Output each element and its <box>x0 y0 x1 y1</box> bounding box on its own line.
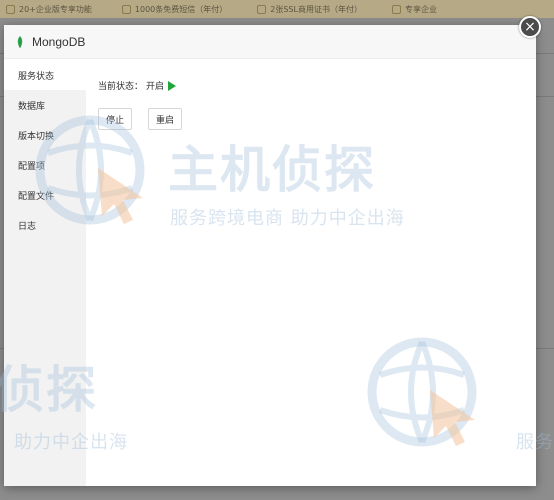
sidebar-item-label: 数据库 <box>18 101 46 112</box>
modal-header: MongoDB <box>4 25 536 59</box>
mongodb-modal: MongoDB 服务状态 数据库 版本切换 配置项 配置文件 日志 当前状态： … <box>4 25 536 486</box>
diamond-icon <box>391 4 401 14</box>
bg-feature-item: 1000条免费短信（年付） <box>121 4 228 15</box>
close-icon: × <box>524 19 536 35</box>
service-status-panel: 当前状态： 开启 停止 重启 <box>86 60 536 486</box>
sidebar-item-config-file[interactable]: 配置文件 <box>4 180 86 210</box>
modal-content: 服务状态 数据库 版本切换 配置项 配置文件 日志 当前状态： 开启 停止 重启 <box>4 60 536 486</box>
bg-feature-item: 2张SSL商用证书（年付） <box>257 4 362 15</box>
background-topbar: 20+企业版专享功能 1000条免费短信（年付） 2张SSL商用证书（年付） 专… <box>0 0 554 18</box>
close-button[interactable]: × <box>519 16 541 38</box>
sidebar-item-config-options[interactable]: 配置项 <box>4 150 86 180</box>
status-label: 当前状态： <box>98 82 144 92</box>
mongodb-leaf-icon <box>17 35 23 48</box>
sidebar-item-logs[interactable]: 日志 <box>4 210 86 240</box>
bg-feature-item: 20+企业版专享功能 <box>6 4 92 15</box>
bg-feature-item: 专享企业 <box>391 4 437 15</box>
sidebar-item-service-status[interactable]: 服务状态 <box>4 60 86 90</box>
modal-title: MongoDB <box>32 34 86 49</box>
bg-feature-label: 专享企业 <box>404 4 437 14</box>
stop-button[interactable]: 停止 <box>98 108 133 130</box>
sidebar: 服务状态 数据库 版本切换 配置项 配置文件 日志 <box>4 60 86 486</box>
sidebar-item-label: 服务状态 <box>18 71 55 82</box>
sidebar-item-label: 版本切换 <box>18 131 55 142</box>
bg-feature-label: 2张SSL商用证书（年付） <box>270 4 362 14</box>
sidebar-item-label: 日志 <box>18 221 37 232</box>
status-line: 当前状态： 开启 <box>98 79 177 92</box>
status-value: 开启 <box>146 82 165 92</box>
bg-feature-label: 1000条免费短信（年付） <box>134 4 228 14</box>
sidebar-item-label: 配置文件 <box>18 191 55 202</box>
sidebar-item-version-switch[interactable]: 版本切换 <box>4 120 86 150</box>
bg-feature-label: 20+企业版专享功能 <box>19 4 92 14</box>
badge-icon <box>6 4 15 14</box>
certificate-icon <box>257 4 267 14</box>
message-icon <box>121 4 131 14</box>
play-icon <box>168 80 177 91</box>
sidebar-item-database[interactable]: 数据库 <box>4 90 86 120</box>
restart-button[interactable]: 重启 <box>148 108 183 130</box>
sidebar-item-label: 配置项 <box>18 161 46 172</box>
